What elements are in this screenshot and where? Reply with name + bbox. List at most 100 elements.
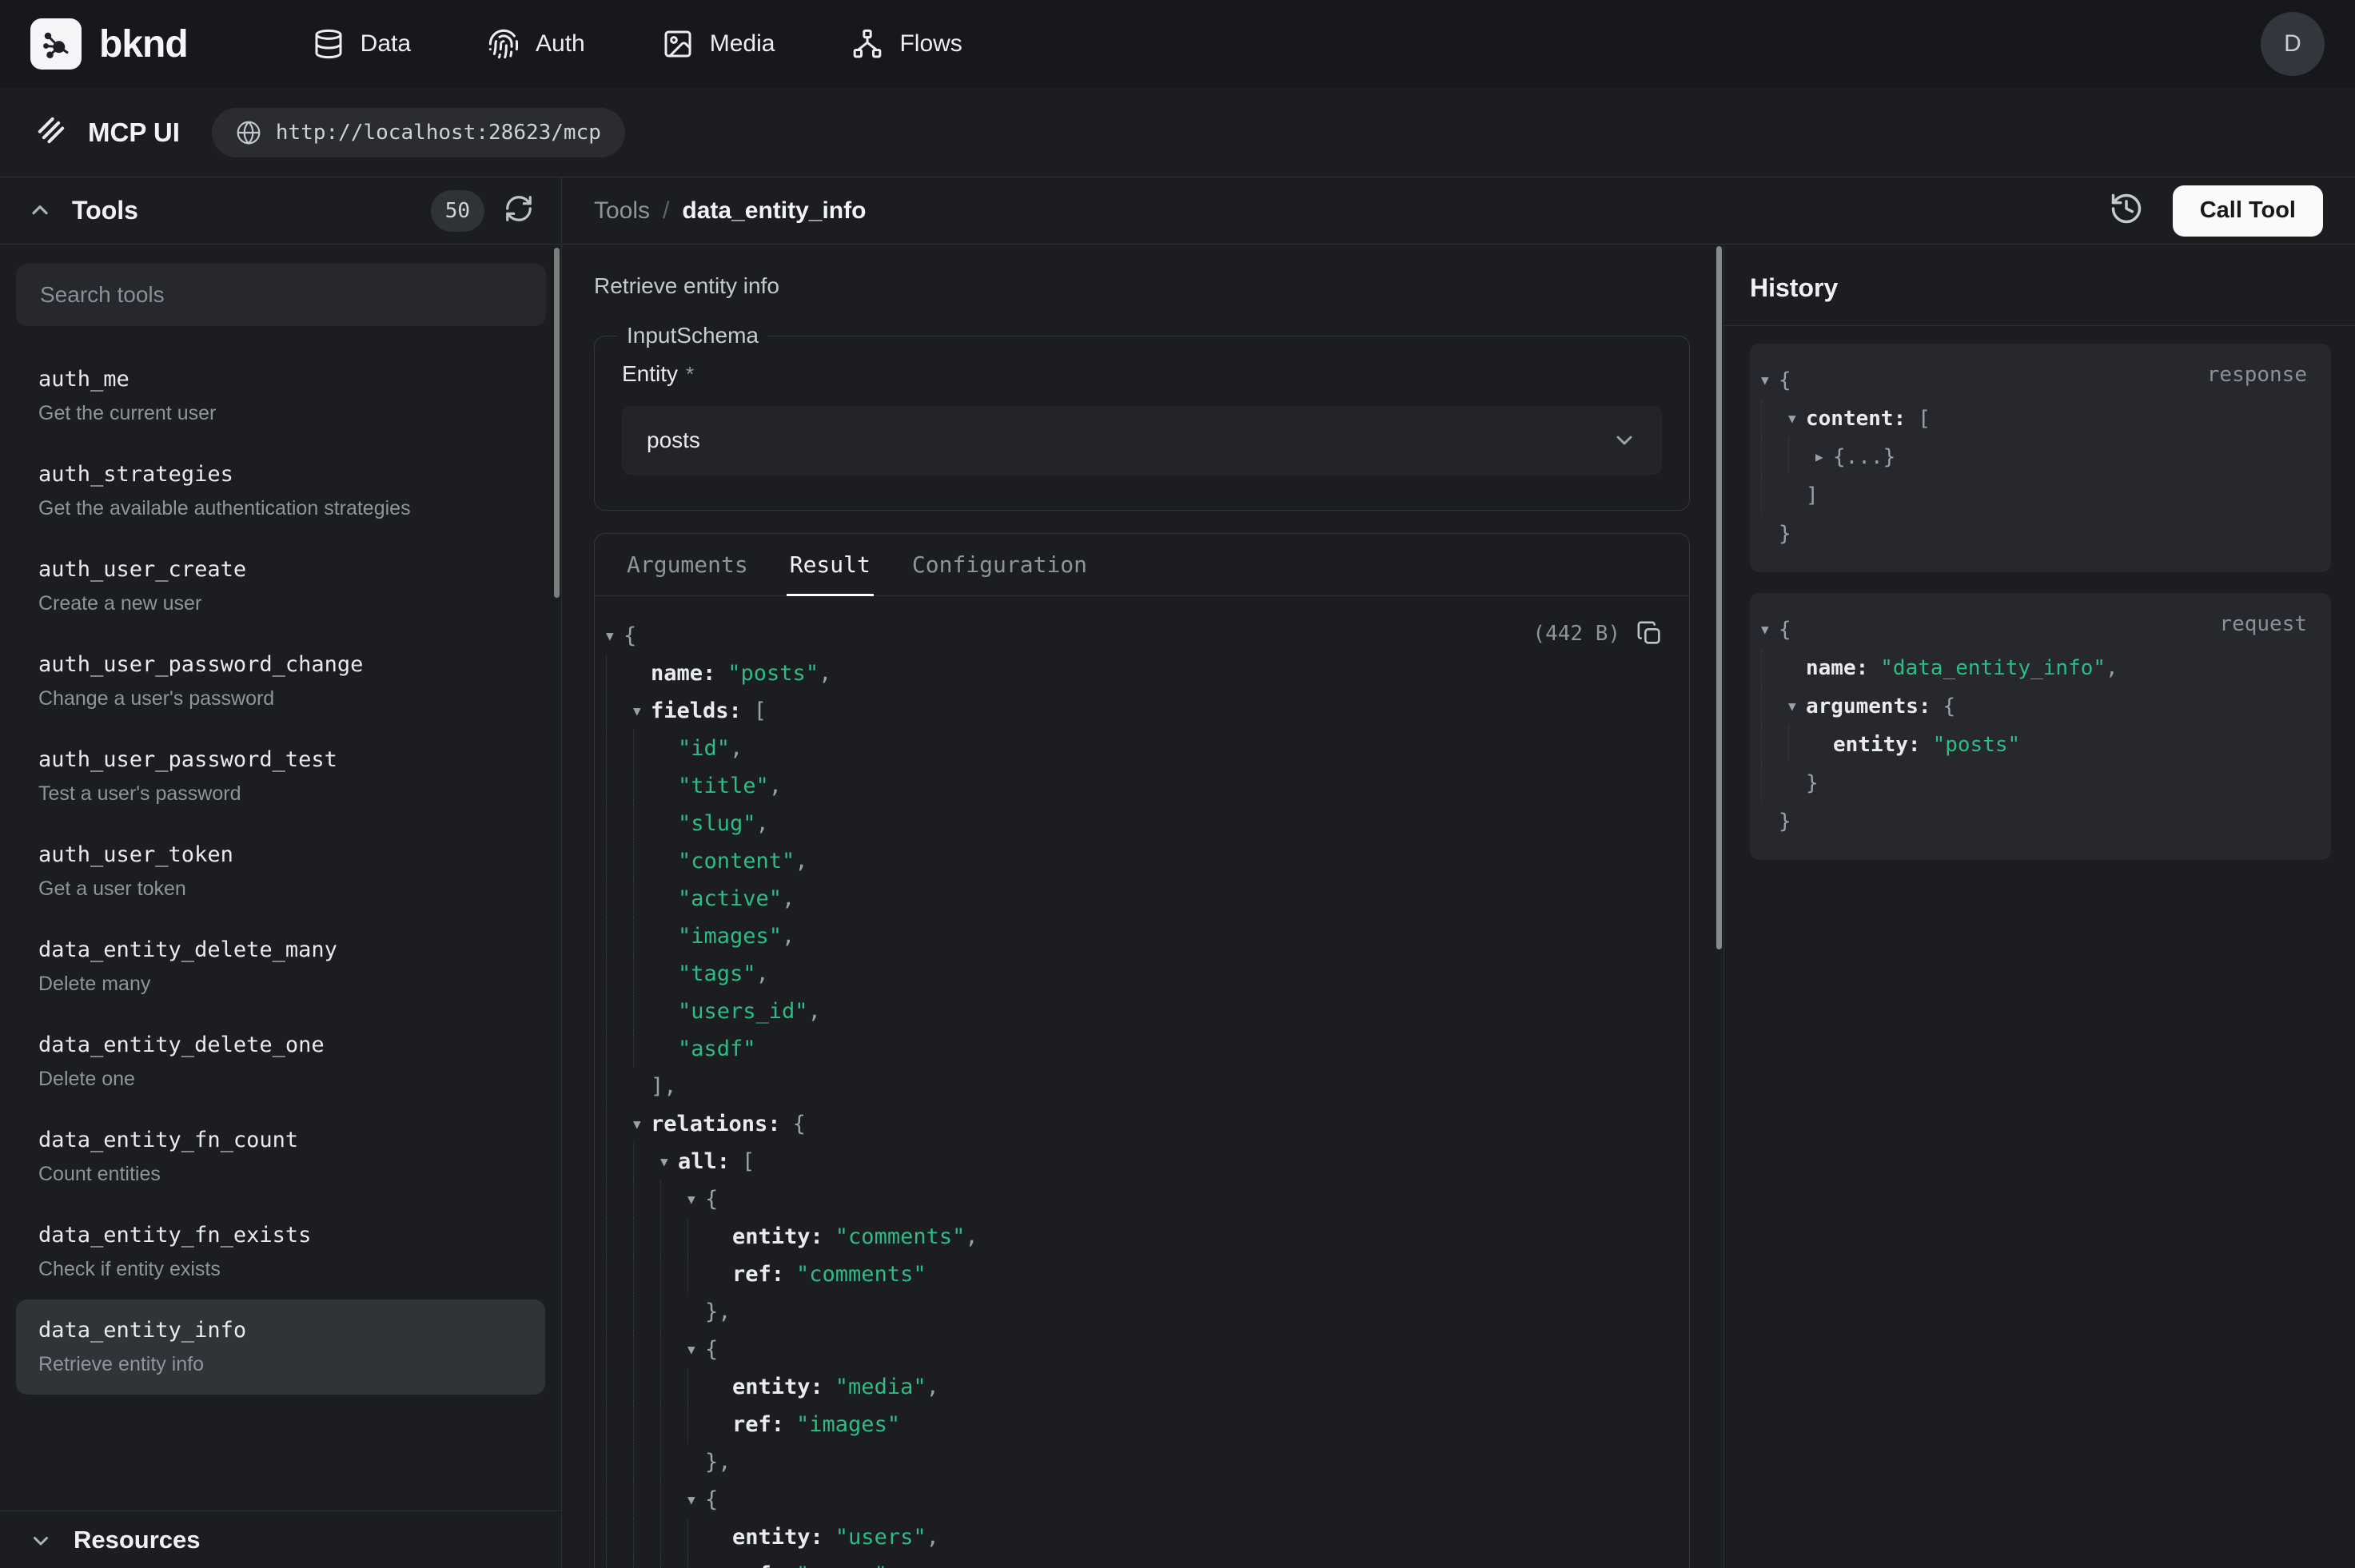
tool-description: Retrieve entity info [594,273,1690,299]
chevron-up-icon[interactable] [27,198,53,224]
entity-select[interactable]: posts [622,406,1662,475]
tools-header[interactable]: Tools 50 [0,177,561,245]
refresh-tools-button[interactable] [504,193,534,228]
json-line: "title", [606,767,1665,805]
json-comma: , [808,993,821,1030]
json-punctuation: [ [754,692,767,730]
result-json-viewer: (442 B) ▼{name:"posts",▼fields:["id","ti… [595,596,1689,1568]
request-json-tree: ▼{name:"data_entity_info",▼arguments:{en… [1761,611,2309,841]
tool-item-auth_user_token[interactable]: auth_user_token Get a user token [16,824,545,919]
json-punctuation: {...} [1833,438,1895,476]
indent-guide [606,1368,633,1406]
mcp-logo-icon [35,114,67,150]
expander-expanded-icon[interactable]: ▼ [687,1481,705,1518]
json-string: "users" [796,1556,887,1568]
json-line: "id", [606,730,1665,767]
indent-spacer [1761,515,1779,553]
tools-count-badge: 50 [431,190,484,232]
expander-expanded-icon[interactable]: ▼ [687,1180,705,1218]
json-string: "id" [678,730,730,767]
tool-item-auth_user_password_test[interactable]: auth_user_password_test Test a user's pa… [16,729,545,824]
brand[interactable]: bknd [30,18,188,70]
json-comma: , [718,1293,731,1331]
indent-guide [606,1443,633,1481]
search-input[interactable] [16,264,546,326]
indent-guide [606,1556,633,1568]
json-key: entity: [1833,726,1921,764]
indent-guide [687,1368,715,1406]
nav-item-data[interactable]: Data [313,28,411,60]
indent-guide [1761,400,1788,438]
tab-result[interactable]: Result [769,534,891,595]
expander-expanded-icon[interactable]: ▼ [1761,611,1779,649]
main-scrollbar[interactable] [1716,246,1722,949]
json-line: ▶{...} [1761,438,2309,476]
copy-icon[interactable] [1636,620,1664,647]
expander-expanded-icon[interactable]: ▼ [660,1143,678,1180]
tab-arguments[interactable]: Arguments [606,534,769,595]
nav-item-media[interactable]: Media [662,28,775,60]
sidebar-scrollbar[interactable] [554,248,560,598]
indent-guide [606,1143,633,1180]
response-json-tree: ▼{▼content:[▶{...}]} [1761,361,2309,553]
json-comma: , [756,805,769,842]
expander-expanded-icon[interactable]: ▼ [1761,361,1779,400]
indent-spacer [715,1406,732,1443]
indent-guide [1761,476,1788,515]
resources-section-header[interactable]: Resources [0,1510,561,1568]
expander-expanded-icon[interactable]: ▼ [1788,687,1806,726]
indent-guide [687,1556,715,1568]
json-key: entity: [732,1518,823,1556]
json-comma: , [718,1443,731,1481]
call-tool-button[interactable]: Call Tool [2173,185,2323,237]
json-comma: , [730,730,743,767]
tool-item-data_entity_fn_exists[interactable]: data_entity_fn_exists Check if entity ex… [16,1204,545,1299]
mcp-url-pill[interactable]: http://localhost:28623/mcp [212,108,625,157]
expander-collapsed-icon[interactable]: ▶ [1815,438,1833,476]
expander-expanded-icon[interactable]: ▼ [633,1105,651,1143]
json-key: entity: [732,1218,823,1256]
indent-guide [660,1406,687,1443]
json-punctuation: { [1779,611,1791,649]
indent-spacer [660,880,678,917]
history-card-request[interactable]: request ▼{name:"data_entity_info",▼argum… [1750,593,2331,860]
history-toggle-button[interactable] [2109,191,2144,230]
tool-item-data_entity_delete_one[interactable]: data_entity_delete_one Delete one [16,1014,545,1109]
image-icon [662,28,694,60]
tool-item-auth_user_password_change[interactable]: auth_user_password_change Change a user'… [16,634,545,729]
indent-guide [633,805,660,842]
nav-item-auth[interactable]: Auth [488,28,585,60]
indent-guide [606,1293,633,1331]
expander-expanded-icon[interactable]: ▼ [606,617,624,655]
tool-item-auth_me[interactable]: auth_me Get the current user [16,348,545,444]
expander-expanded-icon[interactable]: ▼ [687,1331,705,1368]
expander-expanded-icon[interactable]: ▼ [1788,400,1806,438]
tool-item-data_entity_delete_many[interactable]: data_entity_delete_many Delete many [16,919,545,1014]
user-avatar[interactable]: D [2261,12,2325,76]
breadcrumb-section[interactable]: Tools [594,197,650,225]
tool-item-data_entity_info[interactable]: data_entity_info Retrieve entity info [16,1299,545,1395]
json-line: ▼{ [606,1331,1665,1368]
tool-item-auth_user_create[interactable]: auth_user_create Create a new user [16,539,545,634]
indent-guide [606,1406,633,1443]
json-punctuation: } [705,1443,718,1481]
tools-title: Tools [72,196,138,225]
json-string: "media" [835,1368,926,1406]
tab-configuration[interactable]: Configuration [891,534,1108,595]
json-line: ] [1761,476,2309,515]
tool-item-auth_strategies[interactable]: auth_strategies Get the available authen… [16,444,545,539]
indent-guide [660,1218,687,1256]
json-comma: , [926,1368,939,1406]
indent-guide [633,730,660,767]
indent-guide [606,993,633,1030]
tool-item-data_entity_fn_count[interactable]: data_entity_fn_count Count entities [16,1109,545,1204]
history-card-response[interactable]: response ▼{▼content:[▶{...}]} [1750,344,2331,572]
indent-spacer [660,767,678,805]
refresh-icon [504,193,534,224]
nav-item-flows[interactable]: Flows [851,28,962,60]
json-punctuation: ] [1806,476,1819,515]
json-line: "images", [606,917,1665,955]
expander-expanded-icon[interactable]: ▼ [633,692,651,730]
json-line: entity:"users", [606,1518,1665,1556]
indent-guide [633,1443,660,1481]
